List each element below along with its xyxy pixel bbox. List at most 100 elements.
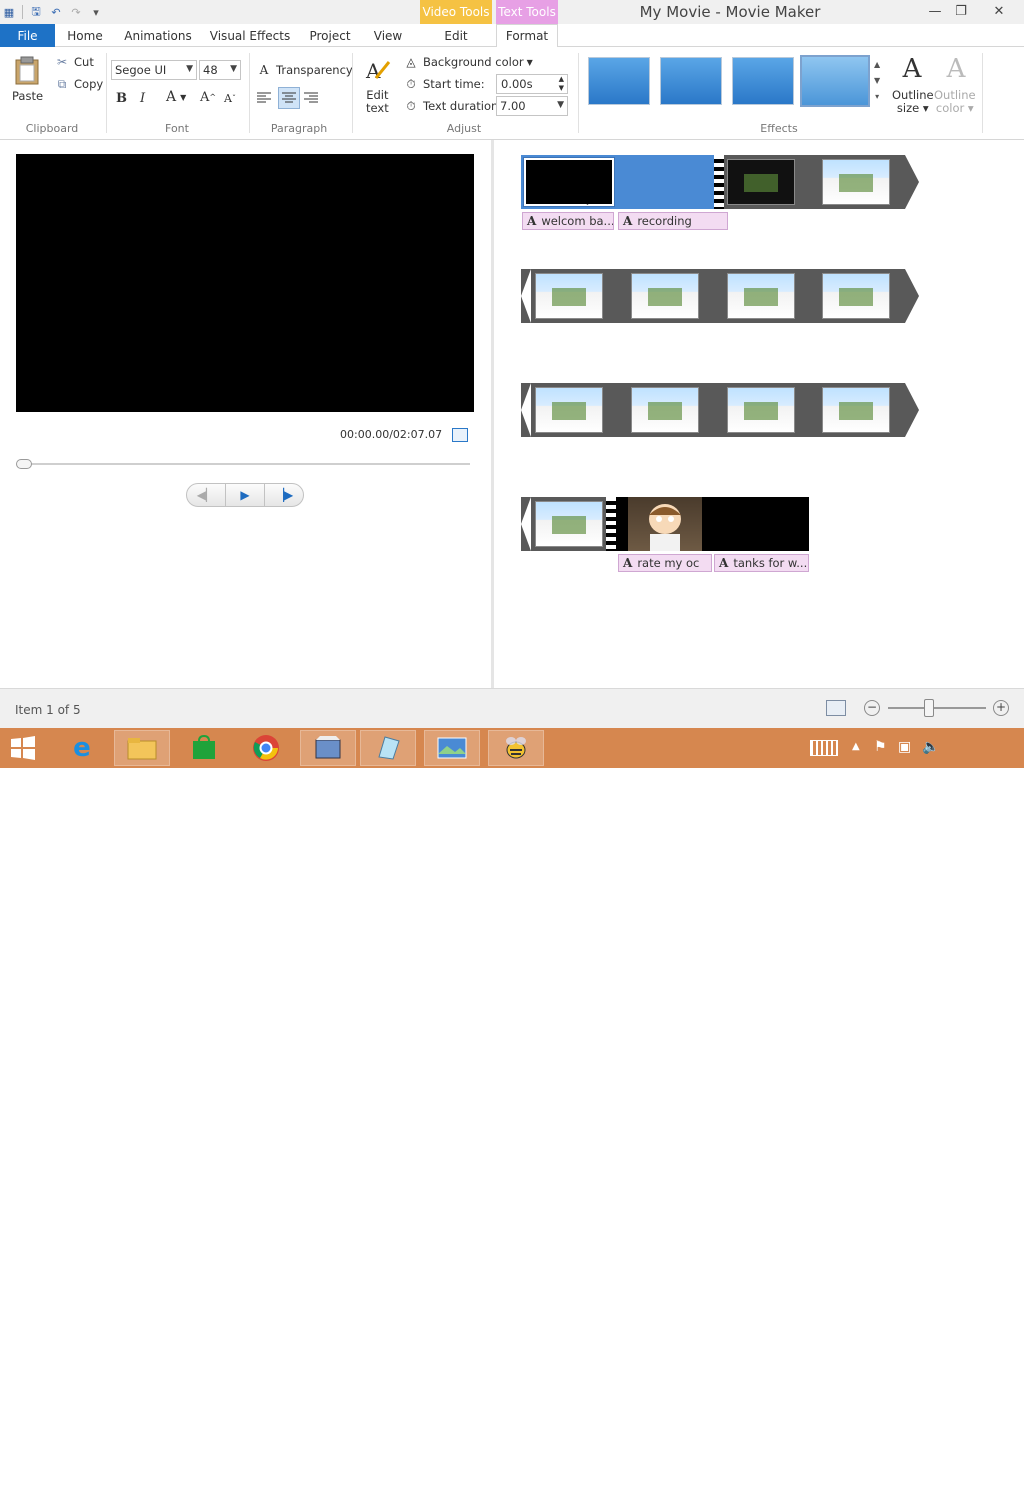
ribbon: Paste ✂ Cut ⧉ Copy Clipboard Segoe UI ▼ 48 ▼… — [0, 47, 1024, 140]
zoom-slider-handle[interactable] — [924, 699, 934, 717]
qat-separator — [22, 5, 23, 19]
tab-visual-effects[interactable]: Visual Effects — [206, 24, 294, 47]
action-center-flag-icon[interactable]: ⚑ — [874, 739, 887, 755]
network-icon[interactable]: ▣ — [898, 739, 911, 755]
background-color-label: Background color — [423, 55, 524, 69]
effect-thumbnail[interactable] — [732, 57, 794, 105]
close-button[interactable]: ✕ — [982, 0, 1016, 22]
align-right-icon[interactable] — [304, 90, 320, 106]
paste-button[interactable]: Paste — [12, 89, 43, 103]
font-size-select[interactable]: 48 ▼ — [199, 60, 241, 80]
italic-button[interactable]: I — [140, 91, 145, 106]
caption-text: recording — [637, 214, 692, 228]
photo-gallery-icon[interactable] — [424, 730, 480, 766]
video-preview[interactable] — [16, 154, 474, 412]
effect-thumbnail[interactable] — [660, 57, 722, 105]
save-icon[interactable]: 🖫 — [29, 5, 43, 19]
chevron-down-icon: ▼ — [180, 92, 187, 102]
tab-format[interactable]: Format — [496, 24, 558, 48]
show-hidden-icons-icon[interactable]: ▲ — [852, 741, 860, 752]
transparency-button[interactable]: A Transparency — [256, 62, 353, 78]
row-continues-icon — [905, 383, 919, 437]
seek-handle[interactable] — [16, 459, 32, 469]
start-time-input[interactable]: 0.00s ▲ ▼ — [496, 74, 568, 94]
tab-project[interactable]: Project — [304, 24, 356, 47]
edit-text-button[interactable]: Edit text — [366, 89, 389, 115]
customize-qat-icon[interactable]: ▾ — [89, 5, 103, 19]
zoom-slider[interactable] — [888, 707, 986, 709]
zoom-in-icon[interactable]: + — [993, 700, 1009, 716]
tab-file[interactable]: File — [0, 24, 55, 47]
chrome-icon[interactable] — [238, 730, 294, 766]
bold-button[interactable]: B — [116, 91, 127, 106]
fullscreen-preview-icon[interactable] — [452, 428, 468, 442]
file-explorer-icon[interactable] — [114, 730, 170, 766]
caption-item[interactable]: Atanks for w... — [714, 554, 809, 572]
pane-divider[interactable] — [491, 140, 494, 688]
paste-icon[interactable] — [10, 55, 44, 87]
row-continues-icon — [905, 269, 919, 323]
effect-thumbnail-selected[interactable] — [800, 55, 870, 107]
taskbar-clock[interactable]: 8:56 PM 5/6/2023 — [948, 1461, 1018, 1491]
seek-bar[interactable] — [18, 463, 470, 465]
grow-font-button[interactable]: A ^ — [200, 90, 216, 105]
group-separator — [982, 53, 983, 133]
bee-app-icon[interactable] — [488, 730, 544, 766]
notepad-icon[interactable] — [360, 730, 416, 766]
cut-button[interactable]: ✂ Cut — [54, 54, 94, 70]
tab-edit[interactable]: Edit — [420, 24, 492, 47]
start-time-text: Start time: — [423, 77, 485, 91]
store-icon[interactable] — [176, 730, 232, 766]
caption-text: tanks for w... — [733, 556, 808, 570]
tab-animations[interactable]: Animations — [122, 24, 194, 47]
shrink-font-button[interactable]: Aˇ — [224, 92, 236, 105]
play-icon[interactable]: ▶ — [225, 484, 264, 506]
background-color-button[interactable]: ◬ Background color ▼ — [403, 54, 532, 70]
title-clip-selected[interactable] — [523, 157, 615, 207]
copy-icon: ⧉ — [57, 76, 67, 91]
spinner-icon[interactable]: ▲ ▼ — [559, 75, 564, 93]
adjust-group-label: Adjust — [446, 122, 482, 135]
row-start-notch — [521, 383, 531, 437]
app-icon[interactable]: ▦ — [2, 5, 16, 19]
keyboard-icon[interactable] — [810, 740, 838, 756]
effects-gallery-scroll[interactable]: ▲ ▼ ▾ — [874, 57, 880, 105]
copy-button[interactable]: ⧉ Copy — [54, 76, 103, 92]
chevron-down-icon: ▼ — [557, 100, 564, 110]
previous-frame-icon[interactable]: ◀▏ — [187, 484, 225, 506]
next-frame-icon[interactable]: ▕▶ — [264, 484, 303, 506]
volume-icon[interactable]: 🔈 — [922, 739, 939, 755]
caption-item[interactable]: Arecording — [618, 212, 728, 230]
align-left-icon[interactable] — [257, 90, 273, 106]
redo-icon[interactable]: ↷ — [69, 5, 83, 19]
start-button[interactable] — [0, 730, 46, 766]
movie-maker-icon[interactable] — [300, 730, 356, 766]
caption-item[interactable]: Arate my oc — [618, 554, 712, 572]
zoom-out-icon[interactable]: − — [864, 700, 880, 716]
shrink-font-label: A — [224, 92, 232, 105]
font-family-select[interactable]: Segoe UI ▼ — [111, 60, 197, 80]
edit-text-icon[interactable]: A — [364, 55, 392, 85]
outline-size-icon[interactable]: A — [897, 53, 927, 85]
internet-explorer-icon[interactable]: e — [54, 730, 110, 766]
clip-frame — [727, 159, 795, 205]
clip-frame — [535, 501, 603, 547]
outline-size-button[interactable]: Outline size ▾ — [892, 89, 934, 115]
text-duration-select[interactable]: 7.00 ▼ — [496, 96, 568, 116]
undo-icon[interactable]: ↶ — [49, 5, 63, 19]
restore-button[interactable]: ❐ — [944, 0, 978, 22]
caption-text: welcom ba... — [541, 214, 614, 228]
caption-item[interactable]: Awelcom ba... — [522, 212, 614, 230]
font-family-value: Segoe UI — [115, 63, 167, 77]
effect-thumbnail[interactable] — [588, 57, 650, 105]
tab-home[interactable]: Home — [60, 24, 110, 47]
align-center-icon[interactable] — [278, 87, 300, 109]
thumbnail-size-icon[interactable] — [826, 700, 846, 716]
font-size-value: 48 — [203, 63, 218, 77]
font-color-button[interactable]: A ▼ — [166, 89, 186, 105]
status-bar: Item 1 of 5 − + — [0, 688, 1024, 728]
tab-view[interactable]: View — [366, 24, 410, 47]
title-clip-blue[interactable] — [616, 155, 716, 209]
scissors-icon: ✂ — [56, 55, 68, 69]
chevron-down-icon: ▼ — [230, 64, 237, 74]
